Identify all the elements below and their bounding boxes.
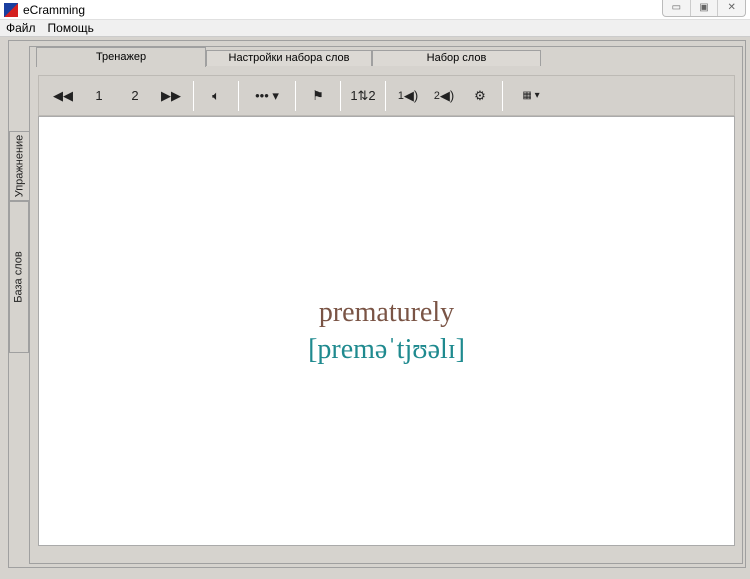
close-button[interactable]: ✕ bbox=[718, 0, 745, 16]
toolbar: ◀◀ 1 2 ▶▶ 🔈︎ ••• ▾ ⚑ 1⇅2 1 ◀) 2 ◀) ⚙ ▦ ▾ bbox=[38, 75, 735, 116]
minimize-button[interactable]: ▭ bbox=[663, 0, 691, 16]
side-tab-label: Упражнение bbox=[13, 134, 26, 198]
menu-bar: Файл Помощь bbox=[0, 20, 750, 37]
separator bbox=[385, 80, 386, 111]
menu-file[interactable]: Файл bbox=[6, 20, 36, 36]
separator bbox=[502, 80, 503, 111]
side-tab-word-base[interactable]: База слов bbox=[9, 201, 29, 353]
tab-panel: Тренажер Настройки набора слов Набор сло… bbox=[29, 46, 743, 564]
first-button[interactable]: 1 bbox=[81, 81, 117, 111]
side-tab-label: База слов bbox=[13, 251, 25, 303]
swap-icon[interactable]: 1⇅2 bbox=[345, 81, 381, 111]
tab-set-settings[interactable]: Настройки набора слов bbox=[206, 50, 372, 66]
word-text: prematurely bbox=[318, 297, 455, 328]
flag-icon[interactable]: ⚑ bbox=[300, 81, 336, 111]
app-logo-icon bbox=[4, 3, 18, 17]
card-area: prematurely [preməˈtjʊəlɪ] bbox=[38, 116, 735, 546]
rewind-button[interactable]: ◀◀ bbox=[45, 81, 81, 111]
tab-word-set[interactable]: Набор слов bbox=[372, 50, 541, 66]
word-transcription: [preməˈtjʊəlɪ] bbox=[308, 334, 465, 365]
forward-button[interactable]: ▶▶ bbox=[153, 81, 189, 111]
tab-trainer[interactable]: Тренажер bbox=[36, 47, 206, 67]
layout-dropdown-icon[interactable]: ▦ ▾ bbox=[507, 81, 555, 111]
speak-second-icon[interactable]: 2 ◀) bbox=[426, 81, 462, 111]
settings-gear-icon[interactable]: ⚙ bbox=[462, 81, 498, 111]
second-button[interactable]: 2 bbox=[117, 81, 153, 111]
maximize-button[interactable]: ▣ bbox=[691, 0, 719, 16]
speaker-icon[interactable]: 🔈︎ bbox=[198, 81, 234, 111]
more-label: ••• bbox=[255, 88, 269, 103]
main-frame: Упражнение База слов Тренажер Настройки … bbox=[8, 40, 746, 568]
menu-help[interactable]: Помощь bbox=[48, 20, 94, 36]
separator bbox=[340, 80, 341, 111]
side-tab-exercise[interactable]: Упражнение bbox=[9, 131, 29, 201]
window-title: eCramming bbox=[23, 3, 86, 17]
more-dropdown[interactable]: ••• ▾ bbox=[243, 81, 291, 111]
separator bbox=[193, 80, 194, 111]
speak-first-icon[interactable]: 1 ◀) bbox=[390, 81, 426, 111]
separator bbox=[295, 80, 296, 111]
separator bbox=[238, 80, 239, 111]
title-bar: eCramming ▭ ▣ ✕ bbox=[0, 0, 750, 20]
window-controls: ▭ ▣ ✕ bbox=[662, 0, 746, 17]
